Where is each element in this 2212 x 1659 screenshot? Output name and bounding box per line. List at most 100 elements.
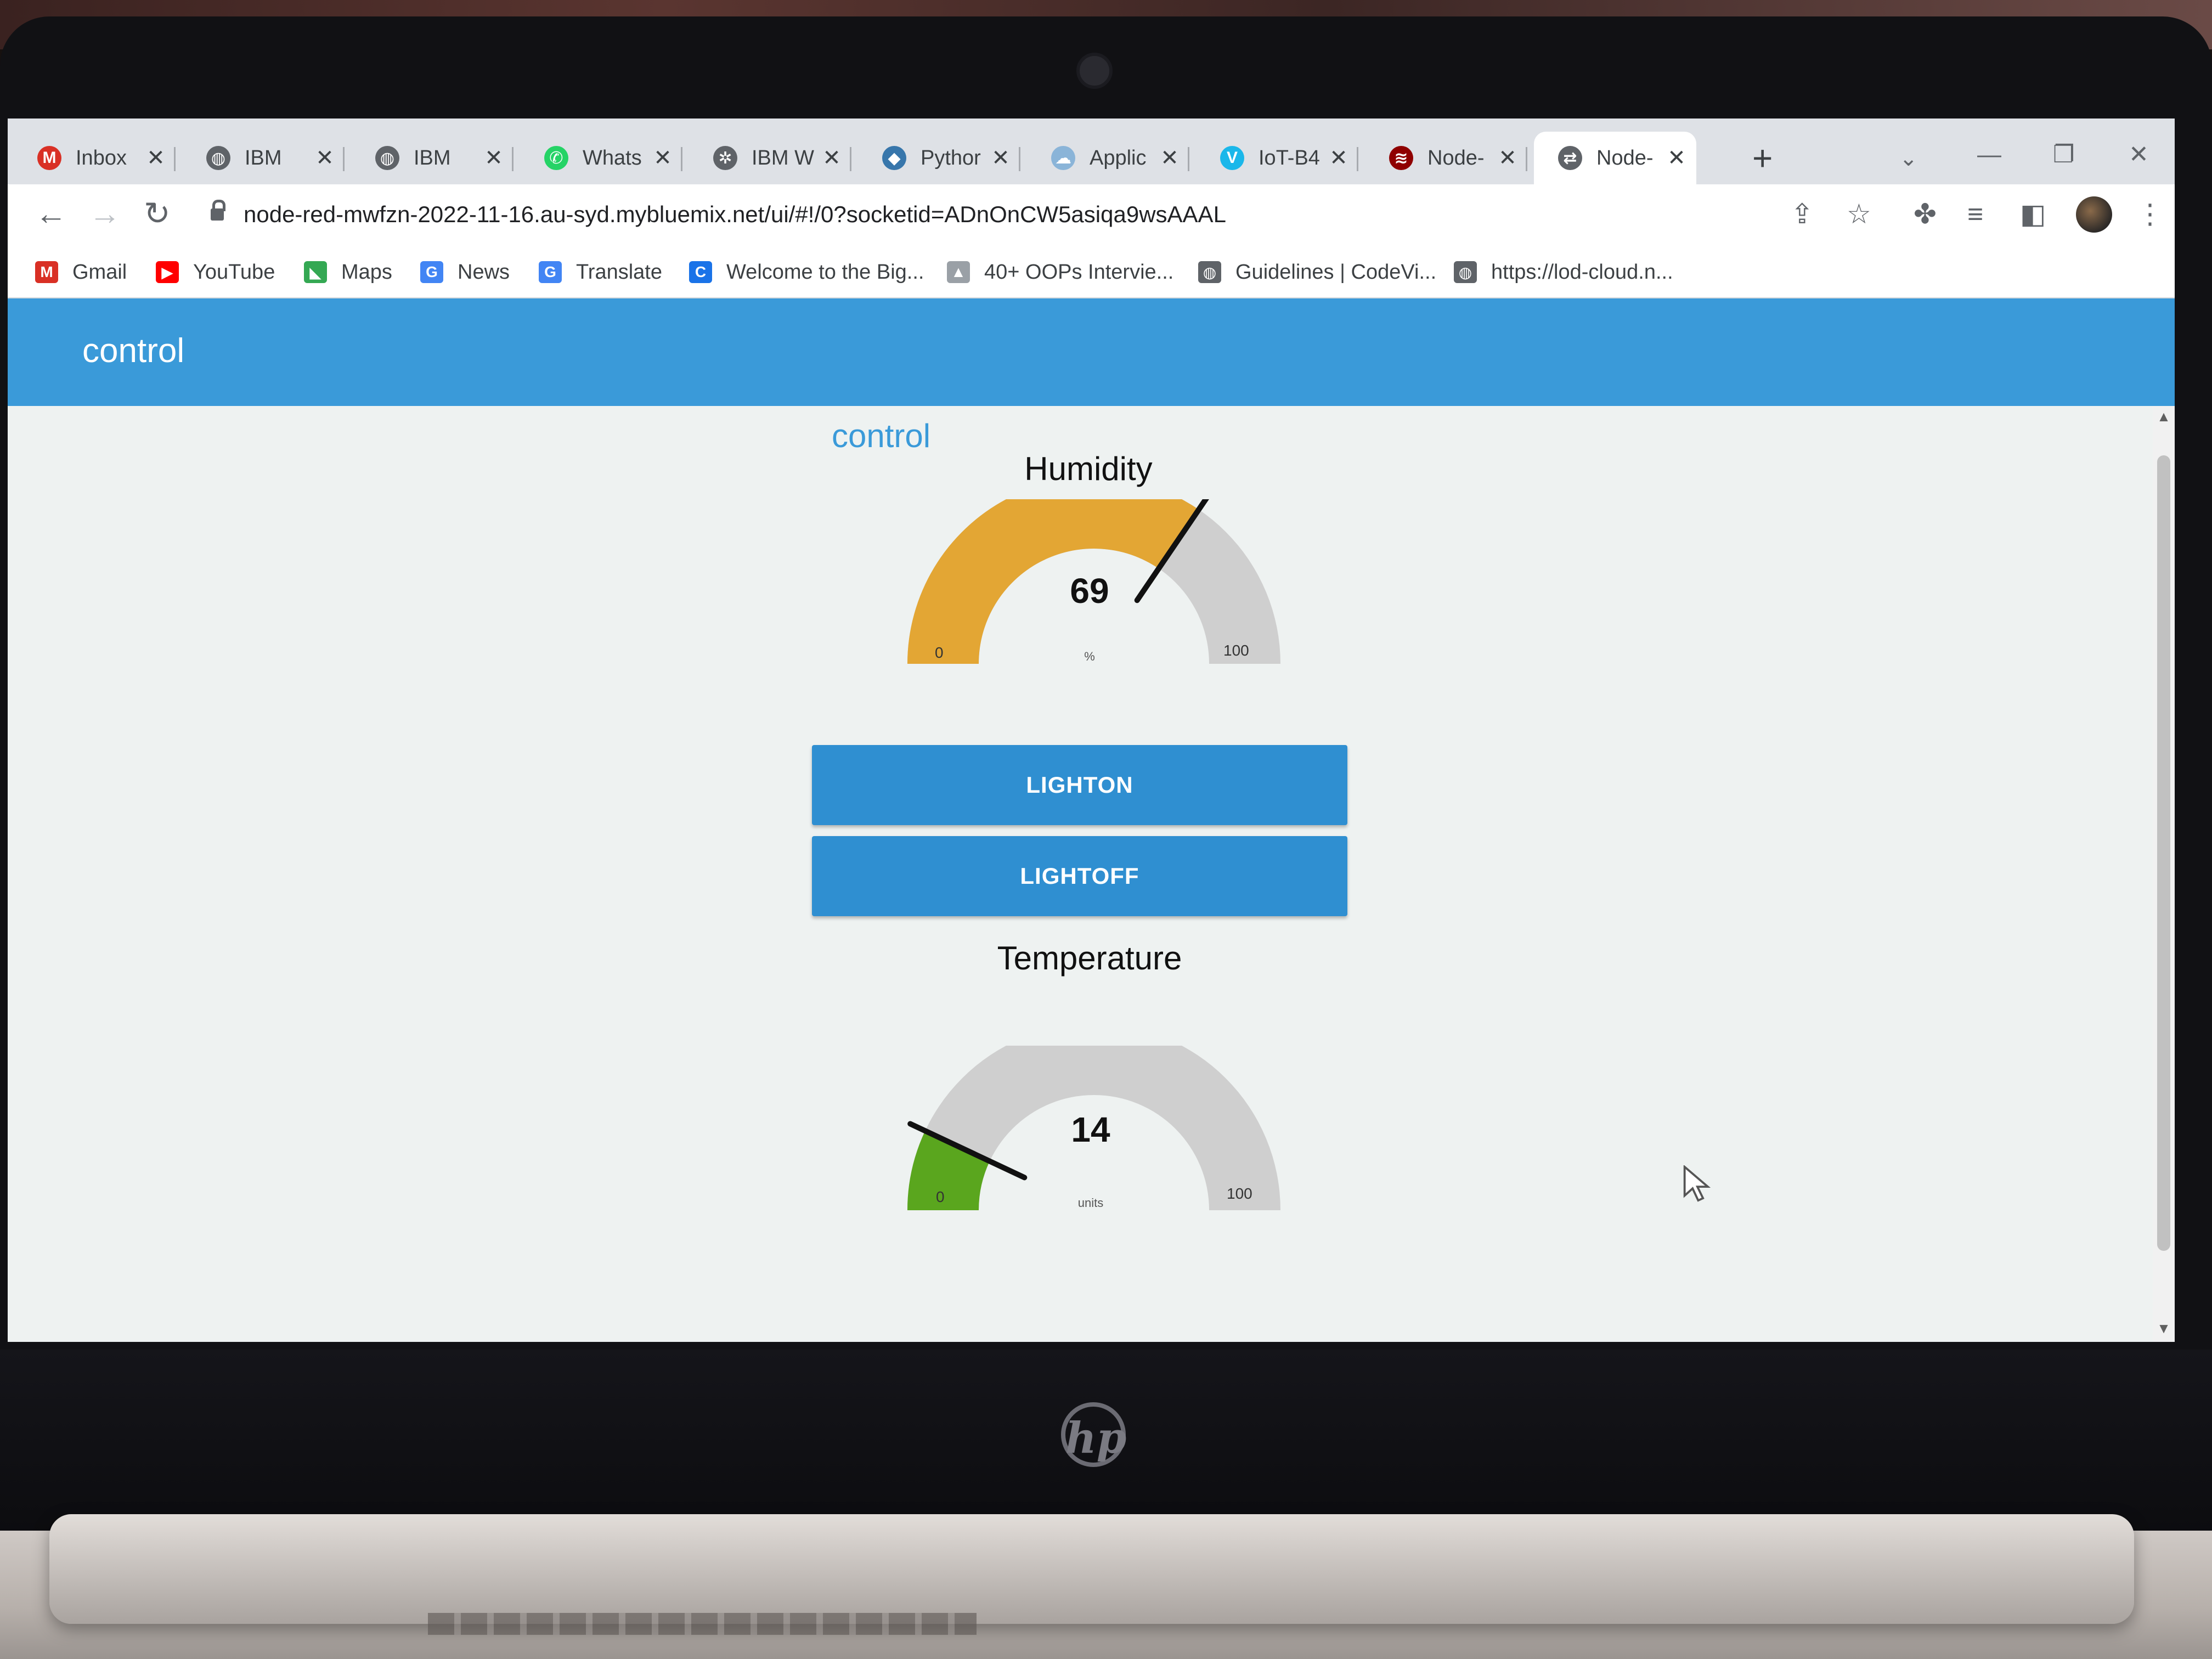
tab-close-icon[interactable]: ✕ xyxy=(145,145,167,171)
tab-separator xyxy=(174,147,176,171)
address-bar[interactable]: node-red-mwfzn-2022-11-16.au-syd.mybluem… xyxy=(189,190,1752,239)
tab-title: IoT-B4 xyxy=(1259,146,1320,170)
tab-separator xyxy=(512,147,514,171)
c-logo-icon: C xyxy=(689,261,712,283)
tab-title: IBM xyxy=(414,146,451,170)
bookmark-label: Maps xyxy=(341,260,392,284)
tab-close-icon[interactable]: ✕ xyxy=(990,145,1012,171)
hp-logo-icon: hp xyxy=(1061,1402,1126,1467)
tab-separator xyxy=(681,147,682,171)
temperature-max-label: 100 xyxy=(1227,1185,1252,1202)
tab-close-icon[interactable]: ✕ xyxy=(314,145,336,171)
reading-list-icon[interactable]: ≡ xyxy=(1967,198,1983,230)
bookmark-label: Translate xyxy=(576,260,662,284)
bookmark-6[interactable]: C Welcome to the Big... xyxy=(689,257,924,287)
bookmark-7[interactable]: ▲ 40+ OOPs Intervie... xyxy=(947,257,1173,287)
tab-6[interactable]: ◆ Pythor ✕ xyxy=(858,132,1020,184)
side-panel-icon[interactable]: ◧ xyxy=(2020,198,2046,230)
group-title: control xyxy=(832,417,931,454)
page-scrollbar[interactable]: ▲ ▼ xyxy=(2153,406,2175,1342)
bookmark-9[interactable]: ◍ https://lod-cloud.n... xyxy=(1454,257,1673,287)
temperature-units-label: units xyxy=(1077,1196,1104,1210)
globe-icon: ◍ xyxy=(206,146,230,170)
scroll-thumb[interactable] xyxy=(2157,455,2170,1251)
globe-icon: ◍ xyxy=(1454,261,1477,283)
tab-2[interactable]: ◍ IBM ✕ xyxy=(182,132,345,184)
dashboard-title: control xyxy=(82,332,185,370)
temperature-title: Temperature xyxy=(997,940,1182,977)
tab-close-icon[interactable]: ✕ xyxy=(1328,145,1350,171)
tab-close-icon[interactable]: ✕ xyxy=(1497,145,1519,171)
light-on-button[interactable]: LIGHTON xyxy=(812,745,1347,825)
tab-close-icon[interactable]: ✕ xyxy=(821,145,843,171)
scroll-down-arrow-icon[interactable]: ▼ xyxy=(2156,1320,2171,1337)
humidity-title: Humidity xyxy=(1024,450,1153,487)
light-off-button[interactable]: LIGHTOFF xyxy=(812,836,1347,916)
lock-icon xyxy=(211,200,225,222)
chart-icon: ▲ xyxy=(947,261,970,283)
share-icon[interactable]: ⇪ xyxy=(1791,198,1814,230)
tab-3[interactable]: ◍ IBM ✕ xyxy=(351,132,514,184)
laptop-hinge-bar xyxy=(49,1514,2134,1624)
tab-4[interactable]: ✆ Whats ✕ xyxy=(520,132,682,184)
globe-icon: ◍ xyxy=(375,146,399,170)
tab-separator xyxy=(1188,147,1189,171)
youtube-icon: ▶ xyxy=(156,261,179,283)
minimize-icon[interactable]: — xyxy=(1977,143,2001,167)
keyboard-edge xyxy=(428,1613,977,1635)
close-window-icon[interactable]: ✕ xyxy=(2129,143,2149,167)
temperature-value: 14 xyxy=(1071,1110,1110,1149)
bookmark-star-icon[interactable]: ☆ xyxy=(1847,198,1871,230)
reload-icon[interactable]: ↻ xyxy=(144,196,171,232)
dashboard-content: control Humidity 69 0 100 % LIGHTON LIGH… xyxy=(8,406,2153,1342)
tab-8[interactable]: V IoT-B4 ✕ xyxy=(1196,132,1358,184)
restore-icon[interactable]: ❐ xyxy=(2053,143,2074,167)
globe-icon: ◍ xyxy=(1198,261,1221,283)
tab-9[interactable]: ≋ Node- ✕ xyxy=(1365,132,1527,184)
humidity-value: 69 xyxy=(1070,571,1109,611)
bookmark-8[interactable]: ◍ Guidelines | CodeVi... xyxy=(1198,257,1436,287)
vimeo-icon: V xyxy=(1220,146,1244,170)
tab-7[interactable]: ☁ Applic ✕ xyxy=(1027,132,1189,184)
forward-arrow-icon[interactable]: → xyxy=(89,196,121,232)
scroll-up-arrow-icon[interactable]: ▲ xyxy=(2156,408,2171,425)
menu-kebab-icon[interactable]: ⋮ xyxy=(2136,198,2164,230)
tab-close-icon[interactable]: ✕ xyxy=(652,145,674,171)
bookmark-5[interactable]: G Translate xyxy=(539,257,662,287)
humidity-units-label: % xyxy=(1084,650,1095,663)
tab-title: IBM xyxy=(245,146,282,170)
tab-close-icon[interactable]: ✕ xyxy=(1159,145,1181,171)
bookmark-1[interactable]: M Gmail xyxy=(35,257,127,287)
tab-close-icon[interactable]: ✕ xyxy=(1666,145,1688,171)
bookmarks-bar: M Gmail ▶ YouTube ◣ Maps G News G Translate C Welco… xyxy=(8,246,2175,298)
node-red-flow-icon: ⇄ xyxy=(1558,146,1582,170)
gmail-icon: M xyxy=(37,146,61,170)
bookmark-2[interactable]: ▶ YouTube xyxy=(156,257,275,287)
tab-5[interactable]: ✲ IBM W ✕ xyxy=(689,132,851,184)
tab-10[interactable]: ⇄ Node- ✕ xyxy=(1534,132,1696,184)
gmail-icon: M xyxy=(35,261,58,283)
bookmark-3[interactable]: ◣ Maps xyxy=(304,257,392,287)
temperature-min-label: 0 xyxy=(936,1188,945,1205)
tab-title: Whats xyxy=(583,146,642,170)
new-tab-button[interactable]: + xyxy=(1752,140,1773,176)
tab-separator xyxy=(1357,147,1358,171)
news-icon: G xyxy=(420,261,443,283)
profile-avatar[interactable] xyxy=(2076,196,2112,233)
webcam xyxy=(1076,53,1113,89)
bookmark-4[interactable]: G News xyxy=(420,257,510,287)
extensions-puzzle-icon[interactable]: ✤ xyxy=(1914,198,1937,230)
bookmark-label: YouTube xyxy=(193,260,275,284)
humidity-min-label: 0 xyxy=(935,644,944,661)
tab-close-icon[interactable]: ✕ xyxy=(483,145,505,171)
whatsapp-icon: ✆ xyxy=(544,146,568,170)
tab-separator xyxy=(1526,147,1527,171)
tab-title: Pythor xyxy=(921,146,981,170)
node-red-icon: ≋ xyxy=(1389,146,1413,170)
tab-title: Inbox xyxy=(76,146,127,170)
tab-search-chevron-icon[interactable]: ⌄ xyxy=(1899,146,1918,171)
humidity-max-label: 100 xyxy=(1223,642,1249,659)
back-arrow-icon[interactable]: ← xyxy=(35,196,67,232)
tab-1[interactable]: M Inbox ✕ xyxy=(13,132,176,184)
translate-icon: G xyxy=(539,261,562,283)
